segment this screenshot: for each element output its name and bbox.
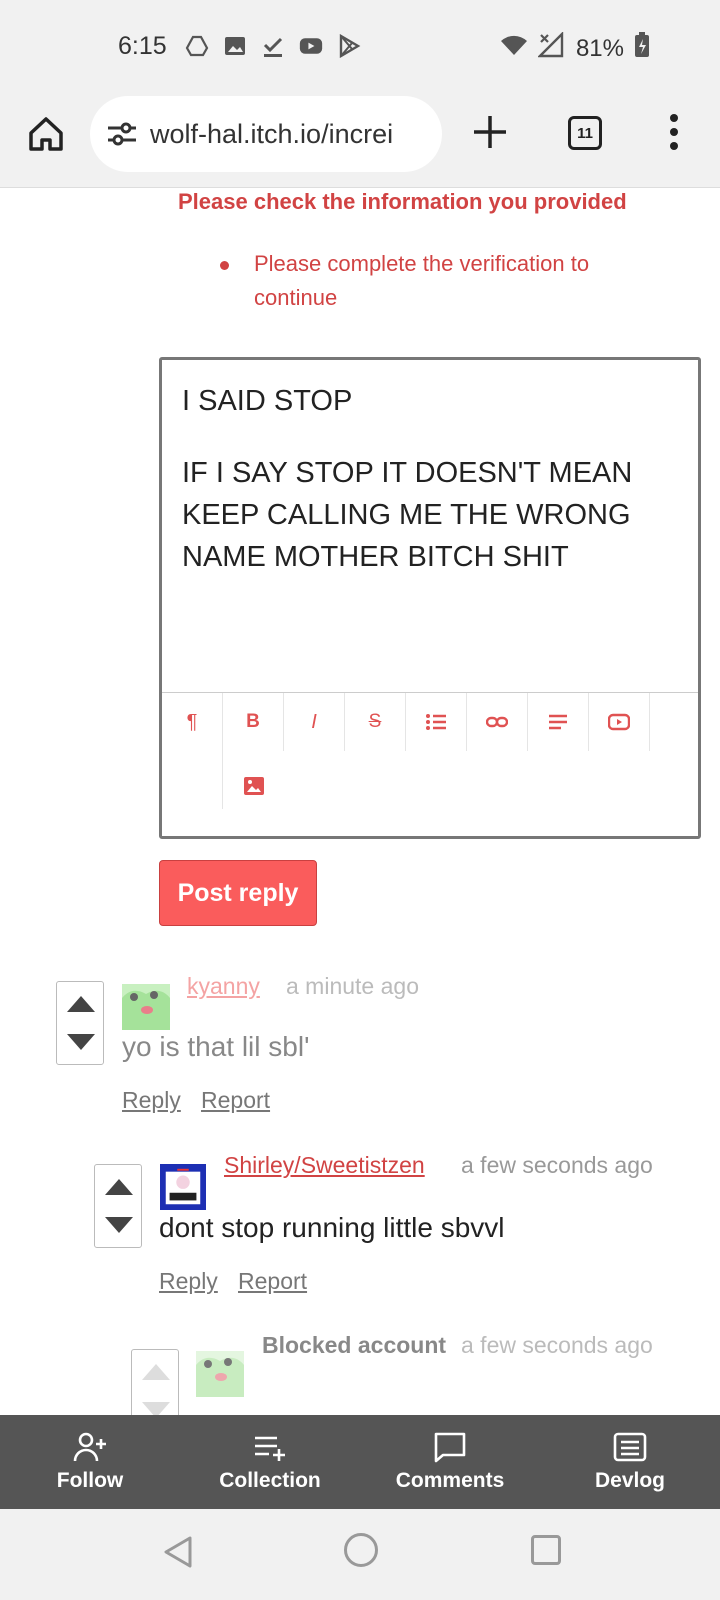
avatar[interactable] <box>159 1164 207 1210</box>
more-menu-button[interactable] <box>664 112 684 152</box>
comments-label: Comments <box>395 1469 505 1492</box>
image-icon <box>243 777 264 795</box>
comment-username[interactable]: Shirley/Sweetistzen <box>224 1152 425 1179</box>
site-settings-icon[interactable] <box>106 120 138 148</box>
home-button[interactable] <box>26 114 66 154</box>
bullet <box>220 261 229 270</box>
error-list: Please complete the verification to cont… <box>220 247 650 315</box>
vote-widget <box>131 1349 179 1415</box>
wifi-icon <box>500 33 528 64</box>
status-right: 81% <box>500 31 650 65</box>
error-item-text: Please complete the verification to cont… <box>254 251 590 310</box>
video-embed-button[interactable] <box>589 693 650 751</box>
reply-link[interactable]: Reply <box>122 1087 181 1114</box>
url-text: wolf-hal.itch.io/increi <box>150 118 394 149</box>
home-icon <box>29 117 63 151</box>
home-nav-icon[interactable] <box>344 1533 378 1567</box>
upvote-button[interactable] <box>105 1179 133 1195</box>
gallery-icon <box>223 34 247 58</box>
browser-toolbar: wolf-hal.itch.io/increi 11 <box>0 96 720 188</box>
status-notification-icons <box>185 34 361 58</box>
comment-body: yo is that lil sbl' <box>122 1031 310 1062</box>
page-content: Please check the information you provide… <box>0 189 720 1415</box>
add-to-collection-icon <box>255 1436 285 1461</box>
address-bar[interactable]: wolf-hal.itch.io/increi <box>90 96 442 172</box>
report-link[interactable]: Report <box>201 1087 270 1114</box>
comment-time: a few seconds ago <box>461 1152 653 1178</box>
youtube-icon <box>299 34 323 58</box>
blocked-account-label: Blocked account <box>262 1332 447 1358</box>
strikethrough-button[interactable]: S <box>345 693 406 751</box>
devlog-icon <box>613 1432 647 1462</box>
battery-text: 81% <box>575 34 624 62</box>
bold-button[interactable]: B <box>223 693 284 751</box>
system-navigation-bar <box>0 1509 720 1600</box>
align-button[interactable] <box>528 693 589 751</box>
recents-icon[interactable] <box>531 1535 561 1565</box>
image-button[interactable] <box>223 751 284 821</box>
tab-switcher-button[interactable]: 11 <box>568 116 602 150</box>
vote-widget <box>56 981 104 1065</box>
plus-icon <box>474 116 506 148</box>
italic-button[interactable]: I <box>284 693 345 751</box>
drive-icon <box>185 34 209 58</box>
check-download-icon <box>261 34 285 58</box>
video-icon <box>608 713 630 731</box>
play-store-icon <box>337 34 361 58</box>
comment-time: a minute ago <box>286 973 419 999</box>
game-tab-bar: Follow Collection Comments Devlog <box>0 1415 720 1509</box>
link-icon <box>486 716 508 728</box>
downvote-button[interactable] <box>67 1034 95 1050</box>
error-item: Please complete the verification to cont… <box>220 247 650 315</box>
bullet-list-icon <box>426 714 446 730</box>
collection-tab[interactable]: Collection <box>180 1415 360 1509</box>
comment-body: dont stop running little sbvvl <box>159 1212 505 1243</box>
reply-editor[interactable]: I SAID STOP IF I SAY STOP IT DOESN'T MEA… <box>159 357 701 839</box>
no-signal-icon <box>537 31 566 65</box>
post-reply-button[interactable]: Post reply <box>159 860 317 926</box>
editor-toolbar: ¶ B I S <box>162 692 698 821</box>
list-button[interactable] <box>406 693 467 751</box>
toolbar-spacer <box>162 751 223 809</box>
avatar[interactable] <box>122 984 170 1030</box>
editor-line-1: I SAID STOP <box>182 385 353 417</box>
follow-user-icon <box>73 1432 106 1462</box>
devlog-tab[interactable]: Devlog <box>540 1415 720 1509</box>
status-bar: 6:15 81% <box>0 0 720 96</box>
more-vert-icon <box>670 114 678 150</box>
new-tab-button[interactable] <box>470 112 510 152</box>
upvote-button[interactable] <box>142 1364 170 1380</box>
downvote-button[interactable] <box>142 1402 170 1415</box>
align-left-icon <box>549 714 567 730</box>
editor-line-2: IF I SAY STOP IT DOESN'T MEAN KEEP CALLI… <box>182 457 633 573</box>
devlog-label: Devlog <box>594 1469 665 1492</box>
paragraph-button[interactable]: ¶ <box>162 693 223 751</box>
comment-username[interactable]: kyanny <box>187 973 260 1000</box>
collection-label: Collection <box>219 1469 321 1492</box>
comment-icon <box>434 1432 466 1463</box>
back-icon[interactable] <box>162 1535 194 1569</box>
battery-charging-icon <box>634 32 650 65</box>
reply-link[interactable]: Reply <box>159 1268 218 1295</box>
follow-tab[interactable]: Follow <box>0 1415 180 1509</box>
status-time: 6:15 <box>118 32 167 60</box>
follow-label: Follow <box>56 1469 124 1492</box>
comment-time: a few seconds ago <box>461 1332 653 1358</box>
report-link[interactable]: Report <box>238 1268 307 1295</box>
vote-widget <box>94 1164 142 1248</box>
avatar <box>196 1351 244 1397</box>
upvote-button[interactable] <box>67 996 95 1012</box>
comments-tab[interactable]: Comments <box>360 1415 540 1509</box>
editor-text-area[interactable]: I SAID STOP IF I SAY STOP IT DOESN'T MEA… <box>162 360 698 692</box>
error-title: Please check the information you provide… <box>178 189 627 214</box>
downvote-button[interactable] <box>105 1217 133 1233</box>
link-button[interactable] <box>467 693 528 751</box>
